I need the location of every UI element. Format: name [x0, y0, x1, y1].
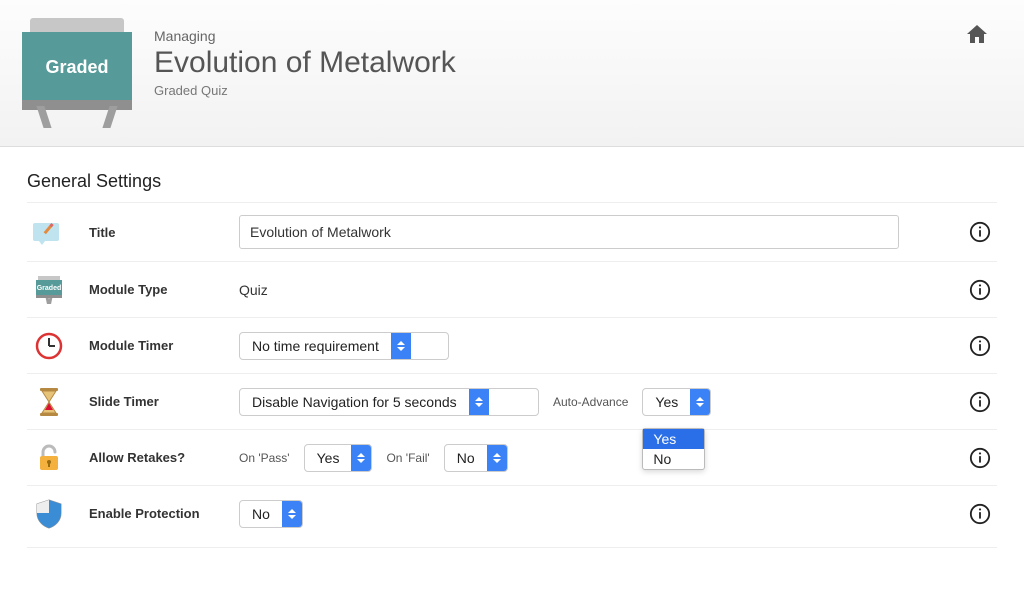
general-settings-section: General Settings Title Graded [7, 147, 1017, 558]
module-badge-label: Graded [22, 32, 132, 102]
info-button-module-timer[interactable] [969, 335, 991, 357]
info-icon [969, 391, 991, 413]
svg-text:Graded: Graded [37, 285, 62, 292]
info-icon [969, 447, 991, 469]
auto-advance-value: Yes [643, 394, 690, 410]
select-caret-icon [391, 333, 411, 359]
module-timer-value: No time requirement [240, 338, 391, 354]
header-kicker: Managing [154, 28, 456, 44]
select-caret-icon [282, 501, 302, 527]
enable-protection-select[interactable]: No [239, 500, 303, 528]
on-pass-value: Yes [305, 450, 352, 466]
slide-timer-value: Disable Navigation for 5 seconds [240, 394, 469, 410]
info-icon [969, 503, 991, 525]
on-pass-label: On 'Pass' [239, 451, 290, 465]
home-icon [964, 22, 990, 46]
info-icon [969, 279, 991, 301]
clock-icon [35, 332, 63, 360]
auto-advance-select[interactable]: Yes [642, 388, 711, 416]
row-title: Title [27, 202, 997, 261]
on-pass-select[interactable]: Yes [304, 444, 373, 472]
allow-retakes-icon [31, 443, 67, 473]
select-caret-icon [469, 389, 489, 415]
info-button-module-type[interactable] [969, 279, 991, 301]
module-timer-select[interactable]: No time requirement [239, 332, 449, 360]
info-button-allow-retakes[interactable] [969, 447, 991, 469]
lock-icon [37, 444, 61, 472]
module-timer-label: Module Timer [89, 338, 239, 353]
page-title: Evolution of Metalwork [154, 46, 456, 79]
home-button[interactable] [964, 22, 990, 49]
enable-protection-label: Enable Protection [89, 506, 239, 521]
page-subtitle: Graded Quiz [154, 83, 456, 98]
info-icon [969, 335, 991, 357]
section-divider [27, 547, 997, 548]
auto-advance-option-yes[interactable]: Yes [643, 429, 704, 449]
module-type-value: Quiz [239, 282, 268, 298]
row-module-type: Graded Module Type Quiz [27, 261, 997, 317]
header-text-block: Managing Evolution of Metalwork Graded Q… [154, 18, 456, 98]
module-type-icon: Graded [31, 275, 67, 305]
row-enable-protection: Enable Protection No [27, 485, 997, 541]
enable-protection-icon [31, 499, 67, 529]
info-icon [969, 221, 991, 243]
select-caret-icon [690, 389, 710, 415]
on-fail-label: On 'Fail' [386, 451, 429, 465]
on-fail-select[interactable]: No [444, 444, 508, 472]
auto-advance-label: Auto-Advance [553, 395, 628, 409]
section-heading: General Settings [27, 171, 997, 192]
hourglass-icon [38, 388, 60, 416]
slide-timer-label: Slide Timer [89, 394, 239, 409]
select-caret-icon [487, 445, 507, 471]
slide-timer-select[interactable]: Disable Navigation for 5 seconds [239, 388, 539, 416]
page-header: Graded Managing Evolution of Metalwork G… [0, 0, 1024, 147]
title-icon [31, 217, 67, 247]
auto-advance-dropdown: Yes No [642, 428, 705, 470]
slide-timer-icon [31, 387, 67, 417]
select-caret-icon [351, 445, 371, 471]
row-allow-retakes: Allow Retakes? On 'Pass' Yes On 'Fail' N… [27, 429, 997, 485]
on-fail-value: No [445, 450, 487, 466]
module-type-label: Module Type [89, 282, 239, 297]
title-input[interactable] [239, 215, 899, 249]
row-module-timer: Module Timer No time requirement [27, 317, 997, 373]
info-button-enable-protection[interactable] [969, 503, 991, 525]
enable-protection-value: No [240, 506, 282, 522]
module-badge: Graded [22, 18, 132, 128]
info-button-title[interactable] [969, 221, 991, 243]
title-label: Title [89, 225, 239, 240]
auto-advance-option-no[interactable]: No [643, 449, 704, 469]
row-slide-timer: Slide Timer Disable Navigation for 5 sec… [27, 373, 997, 429]
allow-retakes-label: Allow Retakes? [89, 450, 239, 465]
info-button-slide-timer[interactable] [969, 391, 991, 413]
shield-icon [36, 499, 62, 529]
module-timer-icon [31, 331, 67, 361]
